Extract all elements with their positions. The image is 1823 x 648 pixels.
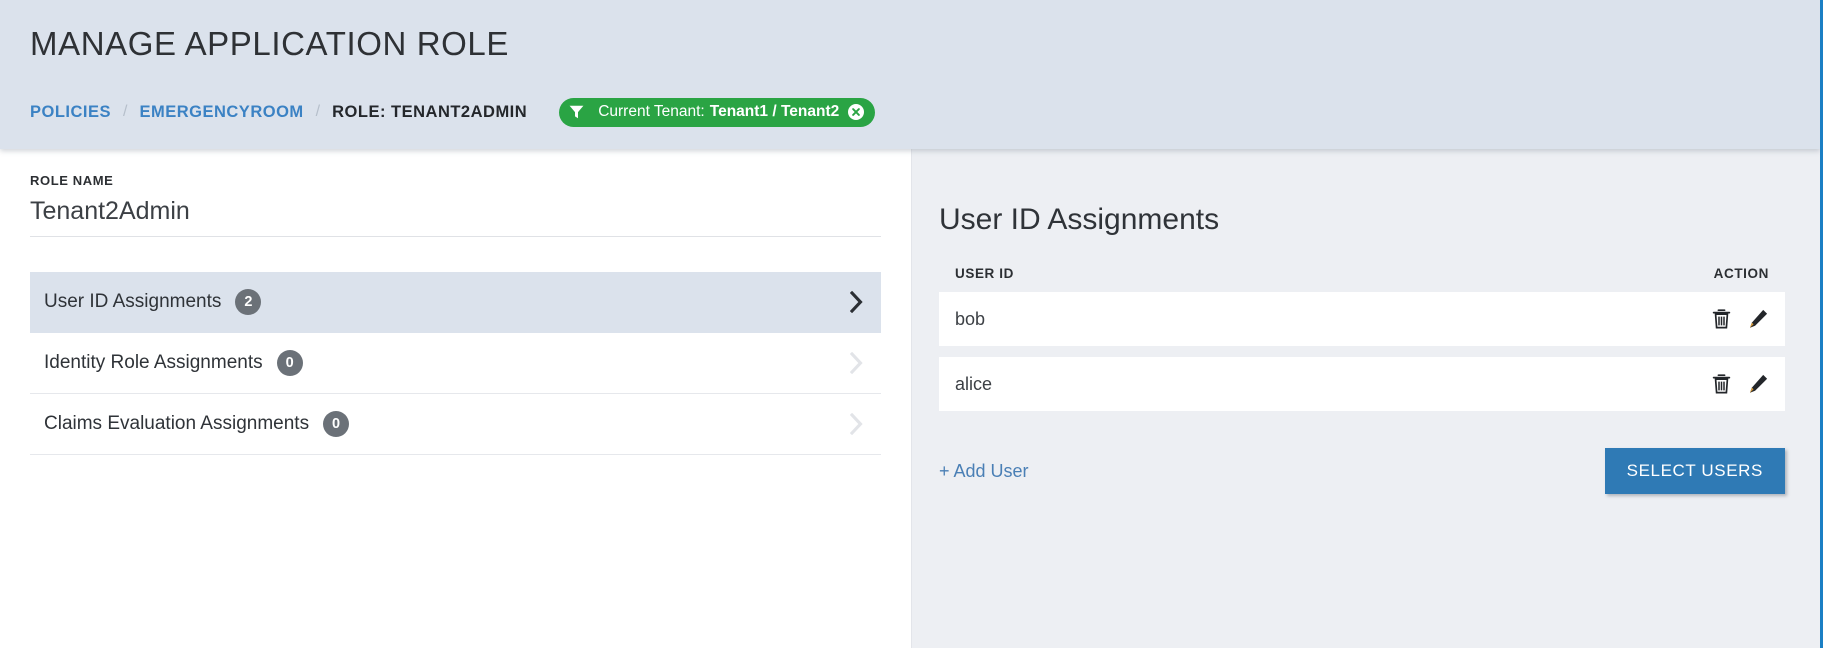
pencil-icon[interactable]: [1748, 373, 1769, 395]
assignment-list: User ID Assignments 2 Identity Role Assi…: [30, 272, 881, 455]
tenant-badge-value: Tenant1 / Tenant2: [709, 103, 840, 120]
cell-user-id: bob: [955, 308, 986, 329]
panel-footer: + Add User SELECT USERS: [939, 448, 1785, 494]
trash-icon[interactable]: [1711, 308, 1732, 330]
funnel-icon: [569, 105, 584, 119]
breadcrumb-link-emergencyroom[interactable]: EMERGENCYROOM: [139, 103, 303, 122]
breadcrumb-current-role: ROLE: TENANT2ADMIN: [332, 102, 528, 121]
panel-title: User ID Assignments: [939, 203, 1220, 236]
tenant-badge-label: Current Tenant:: [598, 103, 705, 120]
page-title: MANAGE APPLICATION ROLE: [30, 25, 509, 62]
assignment-count-badge: 0: [276, 350, 303, 376]
assignment-count-badge: 2: [235, 289, 262, 315]
assignment-count-badge: 0: [323, 411, 350, 437]
breadcrumb: POLICIES / EMERGENCYROOM / ROLE: TENANT2…: [30, 96, 876, 128]
select-users-button[interactable]: SELECT USERS: [1604, 448, 1785, 494]
assignment-label: Identity Role Assignments: [44, 352, 263, 373]
breadcrumb-separator: /: [123, 103, 128, 120]
breadcrumb-link-policies[interactable]: POLICIES: [30, 103, 111, 122]
breadcrumb-separator: /: [315, 103, 321, 120]
page-body: ROLE NAME Tenant2Admin User ID Assignmen…: [0, 149, 1820, 648]
role-name-label: ROLE NAME: [30, 173, 114, 188]
role-detail-panel: ROLE NAME Tenant2Admin User ID Assignmen…: [0, 149, 912, 648]
assignment-label: Claims Evaluation Assignments: [44, 413, 310, 434]
table-row[interactable]: alice: [939, 357, 1785, 411]
sidebar-item-user-id-assignments[interactable]: User ID Assignments 2: [30, 272, 881, 333]
manage-application-role-page: MANAGE APPLICATION ROLE POLICIES / EMERG…: [0, 0, 1823, 648]
table-header: USER ID ACTION: [939, 266, 1785, 281]
close-circle-icon[interactable]: [848, 104, 865, 120]
row-action-group: [1711, 373, 1769, 395]
chevron-right-icon: [850, 352, 863, 374]
sidebar-item-identity-role-assignments[interactable]: Identity Role Assignments 0: [30, 333, 881, 394]
chevron-right-icon: [850, 291, 863, 313]
add-user-link[interactable]: + Add User: [939, 461, 1029, 482]
page-header: MANAGE APPLICATION ROLE POLICIES / EMERG…: [0, 0, 1820, 149]
trash-icon[interactable]: [1711, 373, 1732, 395]
role-name-input[interactable]: Tenant2Admin: [30, 197, 881, 237]
sidebar-item-claims-evaluation-assignments[interactable]: Claims Evaluation Assignments 0: [30, 394, 881, 455]
row-action-group: [1711, 308, 1769, 330]
column-header-action: ACTION: [1713, 266, 1769, 281]
assignment-label: User ID Assignments: [44, 291, 222, 312]
cell-user-id: alice: [955, 373, 993, 394]
user-id-assignments-panel: User ID Assignments USER ID ACTION bob a…: [912, 149, 1820, 648]
table-row[interactable]: bob: [939, 292, 1785, 346]
chevron-right-icon: [850, 413, 863, 435]
current-tenant-badge[interactable]: Current Tenant: Tenant1 / Tenant2: [559, 97, 876, 127]
pencil-icon[interactable]: [1748, 308, 1769, 330]
column-header-user-id: USER ID: [955, 266, 1014, 281]
